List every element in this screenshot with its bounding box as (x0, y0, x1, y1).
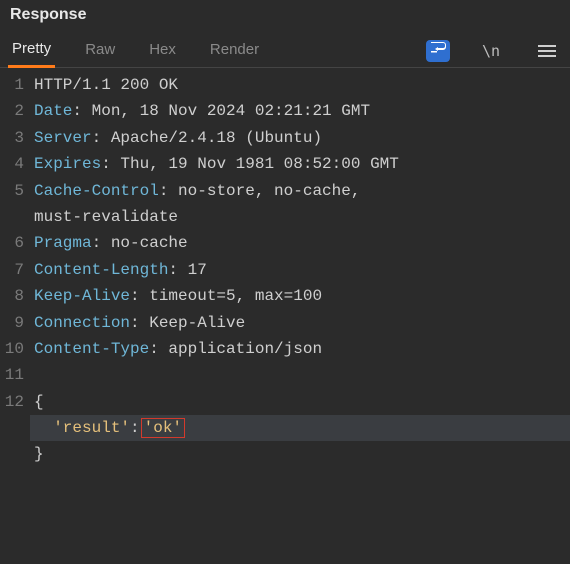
header-name: Pragma (34, 234, 92, 252)
code-line: 5 Cache-Control: no-store, no-cache, (0, 178, 570, 204)
tabbar: Pretty Raw Hex Render \n (0, 28, 570, 68)
show-newlines-button[interactable]: \n (476, 40, 506, 62)
line-number: 9 (0, 310, 30, 336)
header-name: Keep-Alive (34, 287, 130, 305)
code-line: 9 Connection: Keep-Alive (0, 310, 570, 336)
line-number: 6 (0, 230, 30, 256)
header-value: timeout=5, max=100 (149, 287, 322, 305)
line-number: 8 (0, 283, 30, 309)
json-value: 'ok' (144, 419, 182, 437)
code-line: 2 Date: Mon, 18 Nov 2024 02:21:21 GMT (0, 98, 570, 124)
code-line-highlight: 'result':'ok' (0, 415, 570, 441)
header-name: Content-Type (34, 340, 149, 358)
line-number: 11 (0, 362, 30, 388)
header-value: Thu, 19 Nov 1981 08:52:00 GMT (120, 155, 398, 173)
wrap-icon (430, 41, 446, 60)
tab-raw[interactable]: Raw (81, 35, 119, 66)
code-line: 7 Content-Length: 17 (0, 257, 570, 283)
header-name: Expires (34, 155, 101, 173)
header-value: no-store, no-cache, (178, 182, 360, 200)
header-value: Mon, 18 Nov 2024 02:21:21 GMT (92, 102, 370, 120)
header-value: no-cache (111, 234, 188, 252)
menu-button[interactable] (532, 42, 562, 60)
json-key: 'result' (53, 419, 130, 437)
line-number: 4 (0, 151, 30, 177)
panel-title: Response (0, 0, 570, 28)
json-colon: : (130, 419, 140, 437)
menu-icon (538, 44, 556, 58)
header-value: must-revalidate (34, 208, 178, 226)
header-value: Keep-Alive (149, 314, 245, 332)
highlight-box: 'ok' (141, 418, 185, 438)
json-brace-close: } (34, 445, 44, 463)
line-number: 5 (0, 178, 30, 204)
header-name: Date (34, 102, 72, 120)
tab-pretty[interactable]: Pretty (8, 34, 55, 68)
code-line: 4 Expires: Thu, 19 Nov 1981 08:52:00 GMT (0, 151, 570, 177)
tab-render[interactable]: Render (206, 35, 263, 66)
code-line: } (0, 441, 570, 467)
code-line: 11 (0, 362, 570, 388)
code-line: 8 Keep-Alive: timeout=5, max=100 (0, 283, 570, 309)
response-body[interactable]: 1 HTTP/1.1 200 OK 2 Date: Mon, 18 Nov 20… (0, 68, 570, 468)
header-name: Server (34, 129, 92, 147)
code-line: 3 Server: Apache/2.4.18 (Ubuntu) (0, 125, 570, 151)
tab-hex[interactable]: Hex (145, 35, 180, 66)
code-line: 6 Pragma: no-cache (0, 230, 570, 256)
code-line: 12 { (0, 389, 570, 415)
code-line-wrap: must-revalidate (0, 204, 570, 230)
header-name: Content-Length (34, 261, 168, 279)
wrap-toggle-button[interactable] (426, 40, 450, 62)
line-number: 1 (0, 72, 30, 98)
code-line: 1 HTTP/1.1 200 OK (0, 72, 570, 98)
header-value: Apache/2.4.18 (Ubuntu) (111, 129, 322, 147)
line-number: 7 (0, 257, 30, 283)
line-number: 12 (0, 389, 30, 415)
json-brace-open: { (34, 393, 44, 411)
header-name: Cache-Control (34, 182, 159, 200)
header-name: Connection (34, 314, 130, 332)
line-number: 3 (0, 125, 30, 151)
http-status-line: HTTP/1.1 200 OK (34, 76, 178, 94)
header-value: 17 (188, 261, 207, 279)
code-line: 10 Content-Type: application/json (0, 336, 570, 362)
line-number: 2 (0, 98, 30, 124)
line-number: 10 (0, 336, 30, 362)
header-value: application/json (168, 340, 322, 358)
